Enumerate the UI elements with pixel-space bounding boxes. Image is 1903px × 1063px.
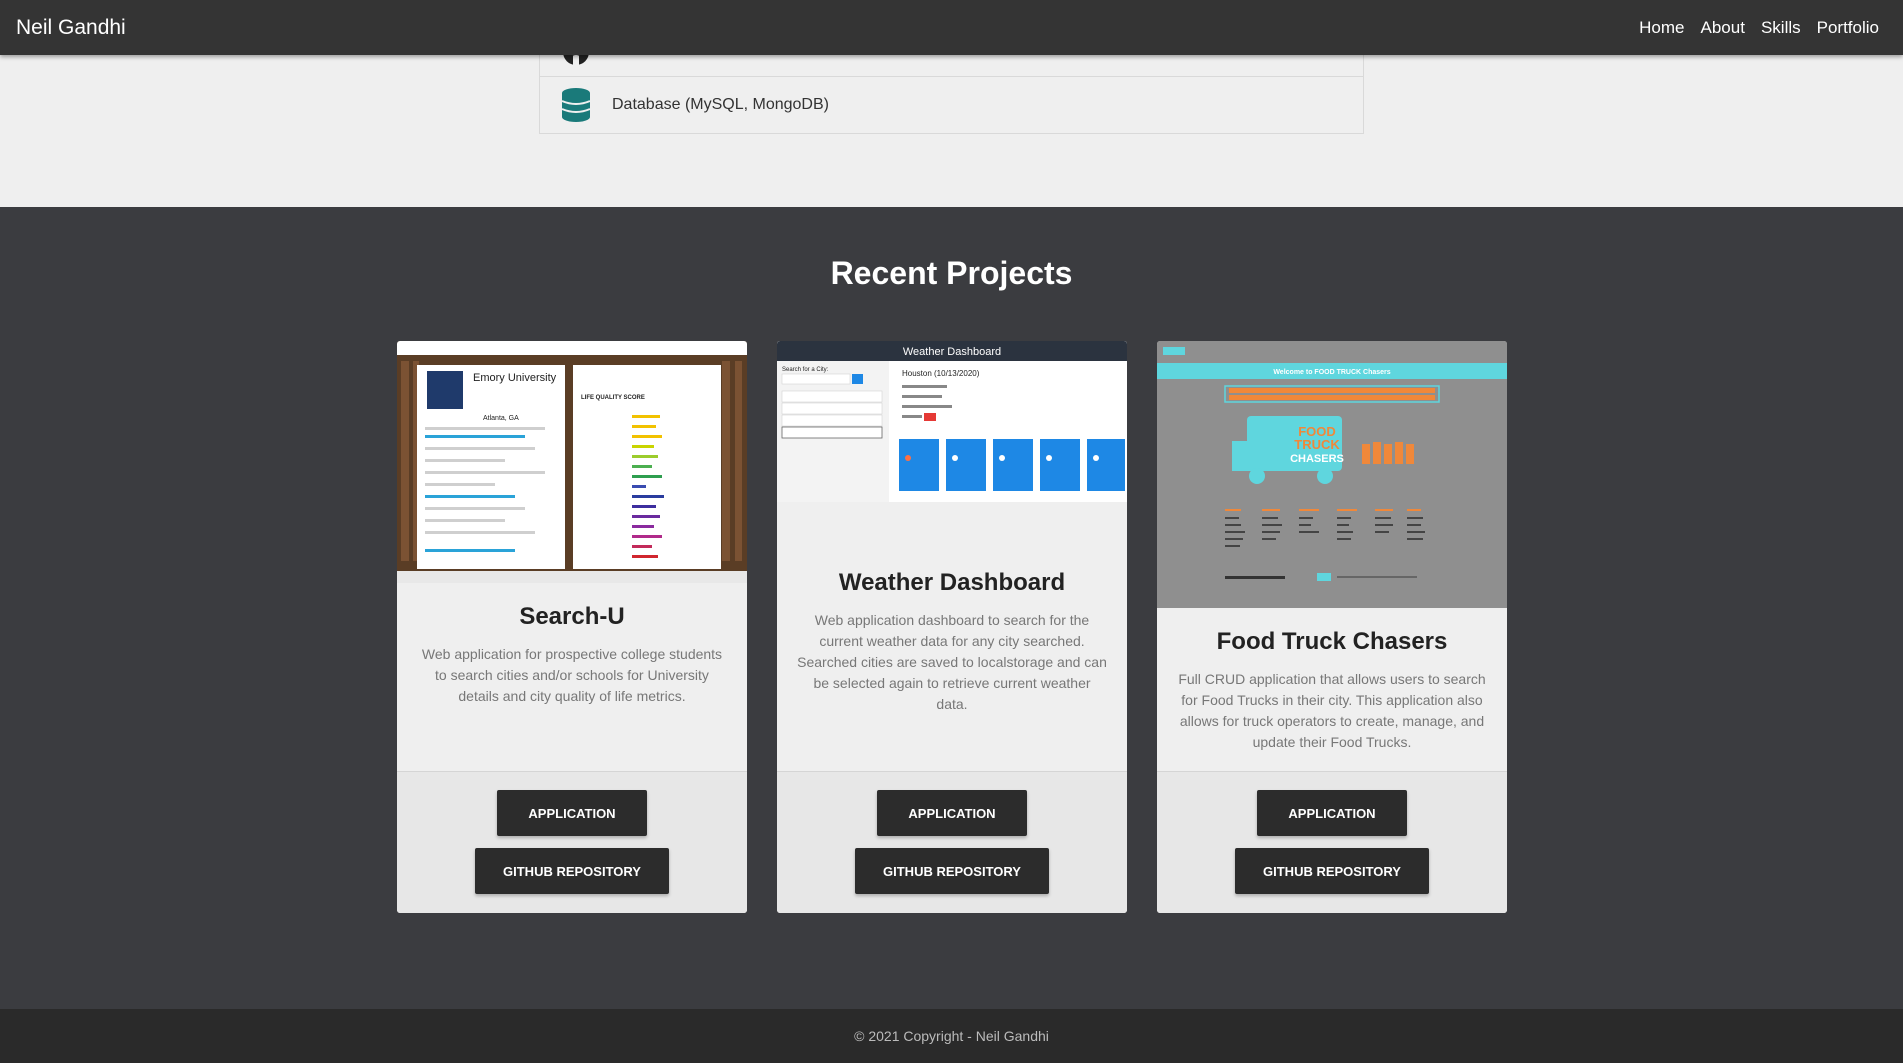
card-footer: APPLICATION GITHUB REPOSITORY xyxy=(1157,771,1507,913)
nav-link-skills[interactable]: Skills xyxy=(1753,18,1809,38)
github-repository-button[interactable]: GITHUB REPOSITORY xyxy=(855,848,1049,894)
project-description: Web application dashboard to search for … xyxy=(797,612,1107,712)
application-button[interactable]: APPLICATION xyxy=(1257,790,1407,836)
project-title: Search-U xyxy=(519,603,625,630)
screenshot-panel-title: LIFE QUALITY SCORE xyxy=(581,395,645,401)
skill-label-database: Database (MySQL, MongoDB) xyxy=(612,96,829,113)
project-title: Food Truck Chasers xyxy=(1216,628,1448,655)
project-card-search-u: Emory University Atlanta, GA LIFE QUALIT… xyxy=(397,341,747,913)
skill-row-database: Database (MySQL, MongoDB) xyxy=(540,77,1363,133)
github-repository-button[interactable]: GITHUB REPOSITORY xyxy=(1235,848,1429,894)
project-card-weather-dashboard: Weather Dashboard Search for a City: Hou… xyxy=(777,341,1127,913)
screenshot-logo-word: CHASERS xyxy=(1290,453,1344,465)
navbar: Neil Gandhi Home About Skills Portfolio xyxy=(0,0,1903,55)
section-title: Recent Projects xyxy=(830,255,1073,291)
brand-name[interactable]: Neil Gandhi xyxy=(16,16,126,40)
project-description: Web application for prospective college … xyxy=(421,646,723,704)
card-footer: APPLICATION GITHUB REPOSITORY xyxy=(777,771,1127,913)
card-footer: APPLICATION GITHUB REPOSITORY xyxy=(397,771,747,913)
screenshot-city: Houston (10/13/2020) xyxy=(902,369,980,378)
screenshot-search-label: Search for a City: xyxy=(782,367,829,373)
nav-link-portfolio[interactable]: Portfolio xyxy=(1809,18,1887,38)
project-thumbnail: Welcome to FOOD TRUCK Chasers FOOD TRUCK… xyxy=(1157,341,1507,608)
projects-section: Recent Projects Emory University Atlanta… xyxy=(0,207,1903,1009)
screenshot-logo-word: TRUCK xyxy=(1294,437,1340,452)
application-button[interactable]: APPLICATION xyxy=(497,790,647,836)
application-button[interactable]: APPLICATION xyxy=(877,790,1027,836)
database-icon xyxy=(560,88,592,122)
screenshot-banner: Welcome to FOOD TRUCK Chasers xyxy=(1273,369,1390,376)
nav-link-about[interactable]: About xyxy=(1693,18,1753,38)
copyright-text: © 2021 Copyright - Neil Gandhi xyxy=(854,1028,1049,1044)
screenshot-header: Weather Dashboard xyxy=(903,346,1001,358)
screenshot-location: Atlanta, GA xyxy=(483,415,519,422)
screenshot-school-name: Emory University xyxy=(473,372,557,384)
nav-link-home[interactable]: Home xyxy=(1631,18,1692,38)
project-thumbnail: Emory University Atlanta, GA LIFE QUALIT… xyxy=(397,341,747,583)
github-repository-button[interactable]: GITHUB REPOSITORY xyxy=(475,848,669,894)
project-card-food-truck-chasers: Welcome to FOOD TRUCK Chasers FOOD TRUCK… xyxy=(1157,341,1507,913)
page-footer: © 2021 Copyright - Neil Gandhi xyxy=(0,1009,1903,1063)
nav-links: Home About Skills Portfolio xyxy=(1631,18,1887,38)
project-title: Weather Dashboard xyxy=(838,569,1066,596)
project-thumbnail: Weather Dashboard Search for a City: Hou… xyxy=(777,341,1127,502)
project-description: Full CRUD application that allows users … xyxy=(1178,671,1486,750)
